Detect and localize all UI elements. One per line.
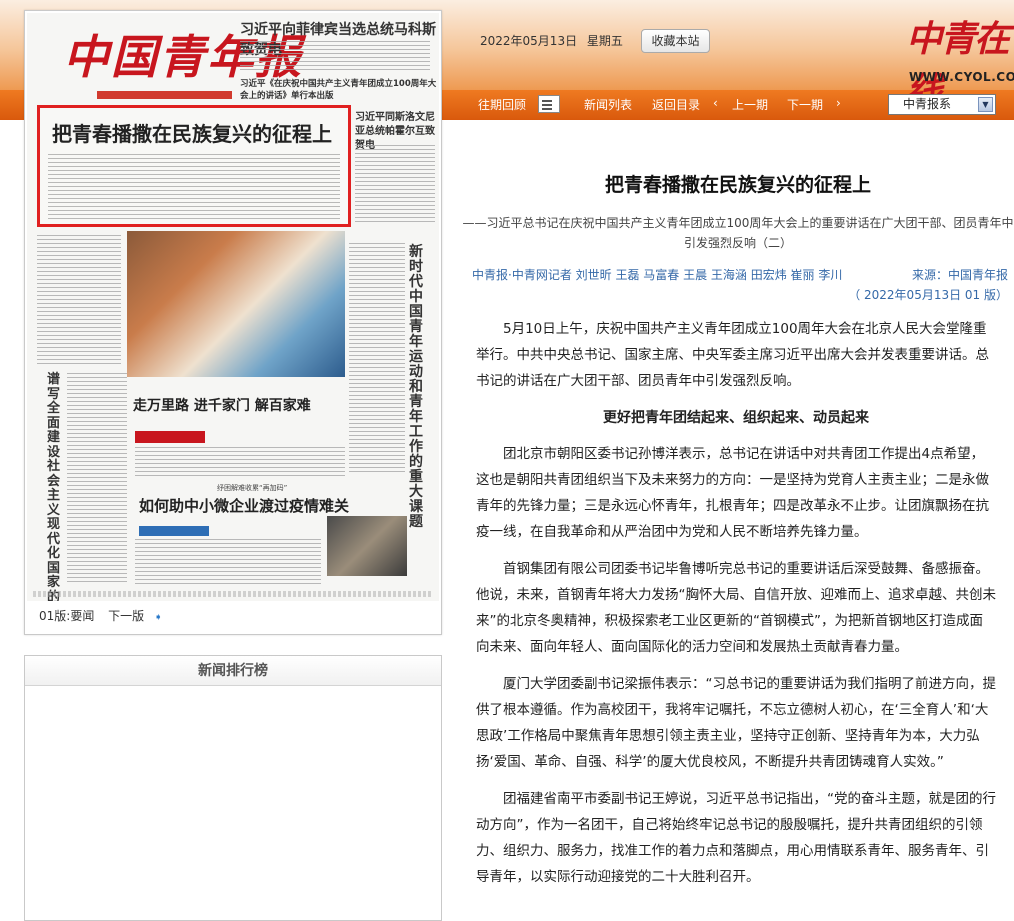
article-paragraph: 团北京市朝阳区委书记孙博洋表示，总书记在讲话中对共青团工作提出4点希望，这也是朝… [476,446,989,540]
date-text: 2022年05月13日 [480,34,578,48]
highlighted-title: 把青春播撒在民族复兴的征程上 [52,122,332,146]
paper-text-block [135,447,345,477]
paper-text-block [349,243,405,473]
paper-mid-kicker: 纾困解难收累“再加码” [217,484,288,492]
article-paragraph: 5月10日上午，庆祝中国共产主义青年团成立100周年大会在北京人民大会堂隆重举行… [476,321,989,389]
paper-vertical-headline-right[interactable]: 新时代中国青年运动和青年工作的重大课题 [409,245,427,530]
paper-footer [33,591,433,597]
paper-blue-tag [139,526,209,536]
paper-select[interactable]: 中青报系 ▼ [888,94,996,115]
next-arrow-icon[interactable]: › [836,96,841,110]
highlighted-article-area[interactable]: 把青春播撒在民族复兴的征程上 [37,105,351,227]
article-edition: （ 2022年05月13日 01 版） [848,288,1008,302]
paper-mid-headline[interactable]: 走万里路 进千家门 解百家难 [133,395,311,415]
news-ranking-panel: 新闻排行榜 [24,655,442,921]
article-source: 来源：中国青年报 [911,268,1008,282]
nav-news-list[interactable]: 新闻列表 [584,96,632,113]
paper-red-tag [135,431,205,443]
paper-text-block [355,145,435,225]
chevron-down-icon[interactable]: ▼ [978,97,993,112]
paper-select-value: 中青报系 [903,97,952,111]
site-url: WWW.CYOL.COM [909,70,1014,84]
nav-back-to-index[interactable]: 返回目录 [652,96,700,113]
weekday-text: 星期五 [586,34,623,48]
paper-text-block [37,235,121,365]
nav-prev-issue[interactable]: 上一期 [732,96,768,113]
favorite-button[interactable]: 收藏本站 [641,29,710,53]
date-info: 2022年05月13日 星期五 [480,32,629,49]
paper-vertical-headline-left[interactable]: 谱写全面建设社会主义现代化国家的青春篇章 [47,372,63,601]
nav-next-issue[interactable]: 下一期 [787,96,823,113]
article-title: 把青春播撒在民族复兴的征程上 [604,174,871,196]
article-authors: 中青报·中青网记者 刘世昕 王磊 马富春 王晨 王海涵 田宏炜 崔丽 李川 [472,268,843,282]
article-paragraph: 团福建省南平市委副书记王婷说，习近平总书记指出，“党的奋斗主题，就是团的行动方向… [476,791,996,885]
paper-top-subhead[interactable]: 习近平《在庆祝中国共产主义青年团成立100周年大会上的讲话》单行本出版 [240,77,439,101]
article-paragraph: 首钢集团有限公司团委书记毕鲁博听完总书记的重要讲话后深受鼓舞、备感振奋。他说，未… [476,561,996,655]
article-section-heading: 更好把青年团结起来、组织起来、动员起来 [603,410,869,426]
newspaper-page-image[interactable]: 中国青年报 习近平向菲律宾当选总统马科斯致贺电 习近平《在庆祝中国共产主义青年团… [27,13,439,601]
next-page-link[interactable]: 下一版 [108,609,144,623]
prev-arrow-icon[interactable]: ‹ [713,96,718,110]
paper-red-bar [97,91,232,99]
grid-list-icon[interactable] [538,95,560,113]
article-paragraph: 厦门大学团委副书记梁振伟表示：“习总书记的重要讲话为我们指明了前进方向，提供了根… [476,676,996,770]
article-body: 5月10日上午，庆祝中国共产主义青年团成立100周年大会在北京人民大会堂隆重举行… [476,316,996,901]
current-page-link[interactable]: 01版:要闻 [39,609,94,623]
paper-text-block [67,373,127,583]
factory-photo[interactable] [327,516,407,576]
paper-text-block [48,154,340,220]
article-subtitle: ——习近平总书记在庆祝中国共产主义青年团成立100周年大会上的重要讲话在广大团干… [462,216,1014,250]
ranking-title: 新闻排行榜 [25,656,441,686]
next-arrow-icon[interactable]: ➧ [154,612,162,623]
nav-archive[interactable]: 往期回顾 [478,96,526,113]
nurse-photo[interactable] [127,231,345,377]
paper-mid-headline-2[interactable]: 如何助中小微企业渡过疫情难关 [139,495,349,516]
page-nav: 01版:要闻 下一版 ➧ [39,607,173,624]
paper-text-block [135,539,321,585]
paper-text-block [240,41,430,73]
newspaper-page-panel: 中国青年报 习近平向菲律宾当选总统马科斯致贺电 习近平《在庆祝中国共产主义青年团… [24,10,442,635]
article-meta: 中青报·中青网记者 刘世昕 王磊 马富春 王晨 王海涵 田宏炜 崔丽 李川 来源… [472,265,1008,286]
